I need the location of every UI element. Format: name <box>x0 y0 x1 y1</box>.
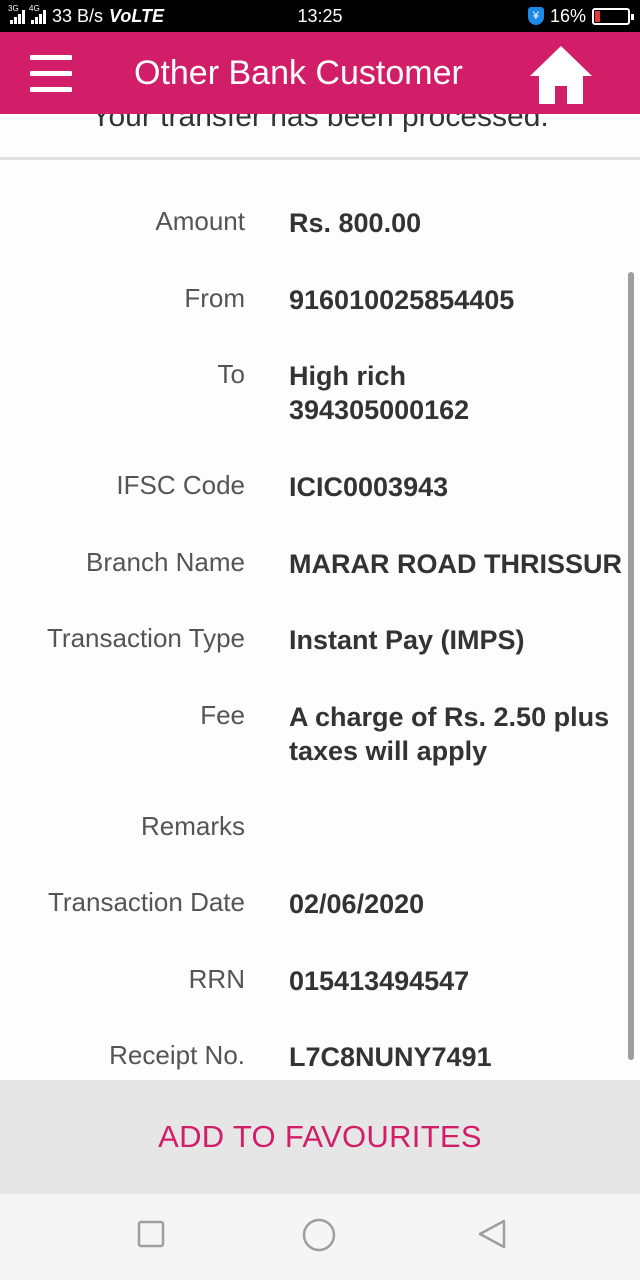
scrollbar[interactable] <box>628 272 634 1060</box>
network-tag-2: 4G <box>29 4 40 13</box>
favourites-bar: ADD TO FAVOURITES <box>0 1080 640 1194</box>
status-right: ¥ 16% <box>527 5 634 27</box>
fee-value-line1: A charge of Rs. 2.50 plus <box>289 702 610 732</box>
to-value-line2: 394305000162 <box>289 395 470 425</box>
remarks-label: Remarks <box>140 811 245 841</box>
rrn-label: RRN <box>188 964 245 994</box>
to-value: High rich 394305000162 <box>289 359 469 427</box>
amount-label: Amount <box>155 206 245 236</box>
ifsc-value: ICIC0003943 <box>289 472 449 502</box>
transaction-date-value: 02/06/2020 <box>289 889 425 919</box>
ifsc-label: IFSC Code <box>116 470 245 500</box>
transaction-date-label: Transaction Date <box>47 887 245 917</box>
triangle-back-icon[interactable] <box>476 1218 508 1250</box>
shield-icon: ¥ <box>527 7 544 25</box>
square-icon[interactable] <box>137 1220 165 1248</box>
status-bar: 3G 4G 33 B/s VoLTE 13:25 ¥ 16% <box>0 0 640 32</box>
to-value-line1: High rich <box>289 361 407 391</box>
network-tag: 3G <box>8 4 19 13</box>
app-bar: Other Bank Customer <box>0 32 640 114</box>
amount-value: Rs. 800.00 <box>289 208 422 238</box>
navigation-bar <box>0 1194 640 1280</box>
circle-icon[interactable] <box>302 1218 336 1252</box>
confirmation-message: Your transfer has been processed. <box>91 114 549 133</box>
home-icon[interactable] <box>528 44 594 106</box>
volte-indicator: VoLTE <box>109 5 165 26</box>
battery-percent: 16% <box>549 5 586 26</box>
add-to-favourites-button[interactable]: ADD TO FAVOURITES <box>158 1119 482 1155</box>
signal-icon-2: 4G <box>29 4 46 24</box>
battery-level <box>595 10 601 22</box>
divider <box>0 157 640 160</box>
branch-value: MARAR ROAD THRISSUR <box>289 549 622 579</box>
from-label: From <box>184 283 245 313</box>
battery-icon <box>592 7 634 25</box>
signal-icon: 3G <box>8 4 25 24</box>
status-left: 3G 4G 33 B/s VoLTE <box>8 4 165 27</box>
receipt-value: L7C8NUNY7491 <box>289 1042 492 1072</box>
from-value: 916010025854405 <box>289 285 515 315</box>
hamburger-menu-icon[interactable] <box>30 32 110 114</box>
receipt-label: Receipt No. <box>109 1040 245 1070</box>
fee-label: Fee <box>200 700 245 730</box>
branch-label: Branch Name <box>86 547 245 577</box>
transfer-details[interactable]: Your transfer has been processed. Amount… <box>0 114 640 1080</box>
page-title: Other Bank Customer <box>134 53 463 92</box>
rrn-value: 015413494547 <box>289 966 470 996</box>
transaction-type-label: Transaction Type <box>47 623 245 653</box>
fee-value: A charge of Rs. 2.50 plus taxes will app… <box>289 700 609 768</box>
fee-value-line2: taxes will apply <box>289 736 488 766</box>
network-speed: 33 B/s <box>52 5 104 26</box>
transaction-type-value: Instant Pay (IMPS) <box>289 625 525 655</box>
to-label: To <box>217 359 245 389</box>
